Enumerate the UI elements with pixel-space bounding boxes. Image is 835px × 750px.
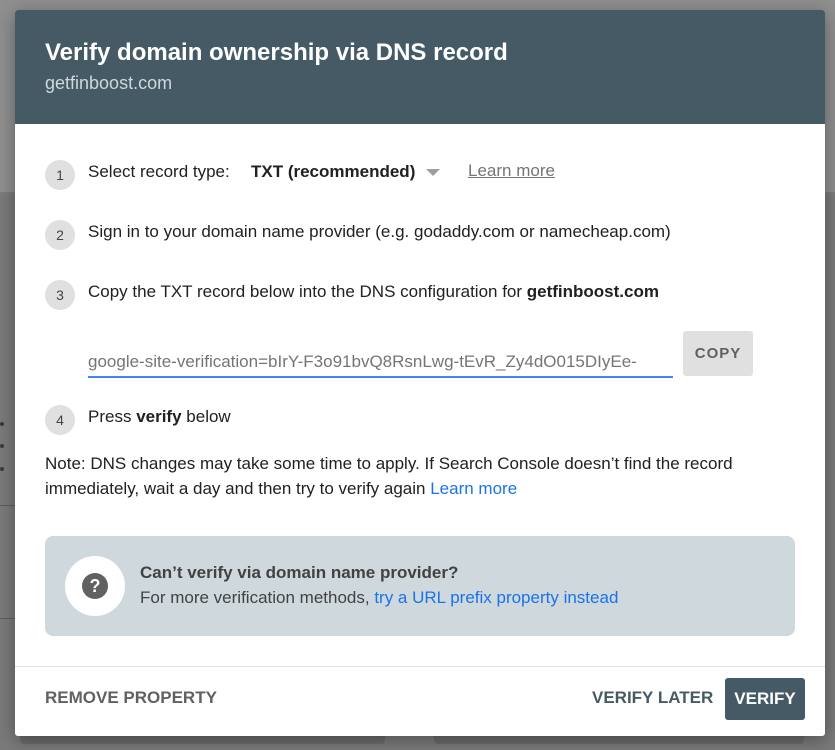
backdrop-bullet: [0, 467, 4, 471]
backdrop-bullet: [0, 422, 4, 426]
txt-record-input[interactable]: [88, 350, 673, 374]
dialog-title: Verify domain ownership via DNS record: [45, 39, 508, 66]
backdrop-divider: [0, 618, 16, 619]
record-type-select[interactable]: TXT (recommended): [251, 160, 441, 184]
step-4-prefix: Press: [88, 407, 137, 426]
backdrop-divider: [0, 505, 16, 506]
step-1-number: 1: [45, 160, 75, 190]
help-icon-container: ?: [65, 556, 125, 616]
alt-panel-description: For more verification methods, try a URL…: [140, 588, 618, 608]
dns-note: Note: DNS changes may take some time to …: [45, 451, 785, 501]
backdrop-bullet: [0, 444, 4, 448]
step-4-verify-word: verify: [136, 407, 182, 426]
step-4-suffix: below: [181, 407, 231, 426]
url-prefix-property-link[interactable]: try a URL prefix property instead: [374, 588, 618, 607]
step-3-prefix: Copy the TXT record below into the DNS c…: [88, 282, 527, 301]
learn-more-record-type-link[interactable]: Learn more: [468, 161, 555, 181]
step-4-text: Press verify below: [88, 407, 231, 427]
remove-property-button[interactable]: REMOVE PROPERTY: [45, 688, 217, 708]
alt-panel-desc-prefix: For more verification methods,: [140, 588, 375, 607]
alt-panel-title: Can’t verify via domain name provider?: [140, 563, 459, 582]
txt-record-field: [88, 350, 673, 378]
step-3-text: Copy the TXT record below into the DNS c…: [88, 282, 659, 302]
copy-button[interactable]: COPY: [683, 331, 753, 376]
footer-divider: [15, 666, 825, 667]
verify-dns-dialog: Verify domain ownership via DNS record g…: [15, 10, 825, 736]
dropdown-caret-icon: [426, 168, 441, 176]
step-2-number: 2: [45, 220, 75, 250]
help-icon: ?: [82, 573, 108, 599]
step-2-text: Sign in to your domain name provider (e.…: [88, 222, 671, 241]
step-3-number: 3: [45, 280, 75, 310]
dialog-header: Verify domain ownership via DNS record g…: [15, 10, 825, 124]
step-3-domain: getfinboost.com: [526, 282, 659, 301]
verify-button[interactable]: VERIFY: [725, 678, 805, 720]
step-4-number: 4: [45, 405, 75, 435]
step-1-label: Select record type:: [88, 162, 230, 181]
alternative-verification-panel: ? Can’t verify via domain name provider?…: [45, 536, 795, 636]
dns-note-text: Note: DNS changes may take some time to …: [45, 454, 733, 498]
learn-more-note-link[interactable]: Learn more: [430, 479, 517, 498]
record-type-value: TXT (recommended): [251, 162, 416, 181]
dialog-subtitle-domain: getfinboost.com: [45, 73, 173, 93]
verify-later-button[interactable]: VERIFY LATER: [592, 688, 713, 708]
